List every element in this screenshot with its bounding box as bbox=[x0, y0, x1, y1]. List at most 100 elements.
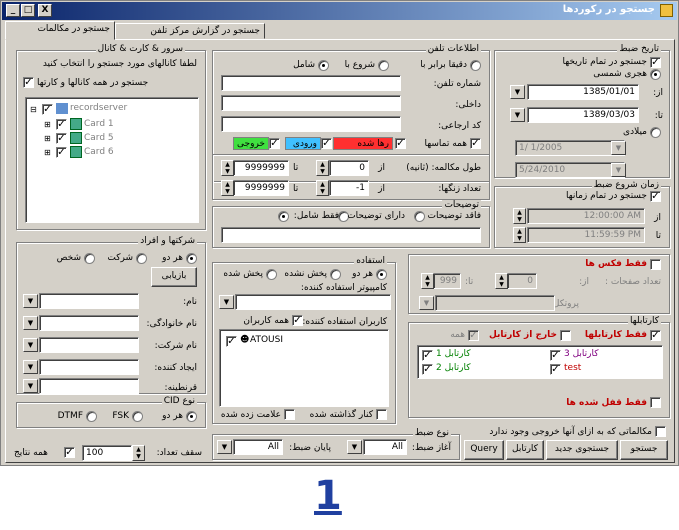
outside-cardboard-checkbox[interactable] bbox=[560, 330, 571, 341]
outgoing-tag[interactable]: خروجی bbox=[233, 137, 269, 150]
card1-checkbox[interactable]: ✓ bbox=[56, 119, 67, 130]
all-times-checkbox[interactable]: ✓ bbox=[650, 191, 661, 202]
cardboard1-checkbox[interactable]: ✓ bbox=[422, 350, 433, 361]
time-to-input[interactable]: 11:59:59 PM bbox=[527, 227, 645, 243]
time-from-input[interactable]: 12:00:00 AM bbox=[527, 208, 645, 224]
duration-from-spinner[interactable]: ▲ ▼ bbox=[316, 160, 329, 176]
outgoing-checkbox[interactable]: ✓ bbox=[269, 138, 280, 149]
company-name-dropdown[interactable]: ▼ bbox=[23, 338, 38, 352]
all-calls-checkbox[interactable]: ✓ bbox=[470, 138, 481, 149]
tree-collapse-icon[interactable]: ⊟ bbox=[30, 105, 37, 114]
search-button[interactable]: جستجو bbox=[620, 440, 668, 460]
time-from-spinner[interactable]: ▲ ▼ bbox=[513, 208, 526, 224]
miladi-to-dropdown[interactable]: ▼ bbox=[611, 163, 626, 177]
played-radio[interactable] bbox=[266, 269, 277, 280]
limit-input[interactable]: 100 bbox=[82, 445, 132, 461]
starts-radio[interactable] bbox=[378, 60, 389, 71]
description-input[interactable] bbox=[221, 227, 481, 243]
all-users-checkbox[interactable]: ✓ bbox=[292, 315, 303, 326]
no-desc-radio[interactable] bbox=[414, 211, 425, 222]
cardboard-item-test[interactable]: test bbox=[564, 363, 581, 373]
tab-search-calls[interactable]: جستجو در مکالمات bbox=[5, 21, 115, 40]
tree-item-card6[interactable]: Card 6 bbox=[84, 147, 114, 157]
marked-checkbox[interactable] bbox=[284, 409, 295, 420]
date-to-input[interactable]: 1389/03/03 bbox=[527, 107, 639, 123]
duration-from-input[interactable]: 0 bbox=[329, 160, 369, 176]
tree-expand-icon[interactable]: ⊞ bbox=[44, 134, 51, 143]
cardboard-item-3[interactable]: کارتابل 3 bbox=[564, 349, 599, 359]
tree-root-label[interactable]: recordserver bbox=[70, 103, 127, 113]
incoming-checkbox[interactable]: ✓ bbox=[321, 138, 332, 149]
user-checkbox[interactable]: ✓ bbox=[226, 336, 237, 347]
duration-to-spinner[interactable]: ▲ ▼ bbox=[221, 160, 234, 176]
cid-both-radio[interactable] bbox=[186, 411, 197, 422]
cardboards-only-checkbox[interactable]: ✓ bbox=[650, 330, 661, 341]
query-button[interactable]: Query bbox=[464, 440, 504, 460]
cardboard-button[interactable]: کارتابل bbox=[506, 440, 544, 460]
internal-input[interactable] bbox=[221, 95, 401, 111]
locked-only-checkbox[interactable] bbox=[650, 397, 661, 408]
name-input[interactable] bbox=[39, 293, 139, 309]
contains-radio[interactable] bbox=[318, 60, 329, 71]
cardboard-item-1[interactable]: کارتابل 1 bbox=[436, 349, 471, 359]
date-from-dropdown[interactable]: ▼ bbox=[510, 85, 525, 99]
quarantine-input[interactable] bbox=[39, 378, 139, 394]
fsk-radio[interactable] bbox=[132, 411, 143, 422]
all-cardboards-checkbox[interactable]: ✓ bbox=[468, 330, 479, 341]
quarantine-dropdown[interactable]: ▼ bbox=[23, 379, 38, 393]
tree-expand-icon[interactable]: ⊞ bbox=[44, 120, 51, 129]
cardboard-item-2[interactable]: کارتابل 2 bbox=[436, 363, 471, 373]
maximize-button[interactable]: □ bbox=[21, 4, 35, 17]
limit-spinner[interactable]: ▲ ▼ bbox=[132, 445, 145, 461]
cardboard3-checkbox[interactable]: ✓ bbox=[550, 350, 561, 361]
hijri-radio[interactable] bbox=[650, 69, 661, 80]
only-contains-radio[interactable] bbox=[278, 211, 289, 222]
miladi-from-input[interactable]: 1/ 1/2005 bbox=[515, 140, 625, 156]
exact-radio[interactable] bbox=[470, 60, 481, 71]
fax-from-input[interactable]: 0 bbox=[507, 273, 537, 289]
all-channels-checkbox[interactable]: ✓ bbox=[23, 77, 34, 88]
creator-dropdown[interactable]: ▼ bbox=[23, 360, 38, 374]
end-rec-input[interactable]: All bbox=[233, 439, 283, 455]
company-radio[interactable] bbox=[136, 253, 147, 264]
minimize-button[interactable]: _ bbox=[6, 4, 20, 17]
fax-only-checkbox[interactable] bbox=[650, 259, 661, 270]
creator-input[interactable] bbox=[39, 359, 139, 375]
fax-to-spinner[interactable]: ▲ ▼ bbox=[421, 273, 434, 289]
rings-to-input[interactable]: 9999999 bbox=[233, 180, 289, 196]
rings-from-spinner[interactable]: ▲ ▼ bbox=[316, 180, 329, 196]
date-from-input[interactable]: 1385/01/01 bbox=[527, 84, 639, 100]
miladi-radio[interactable] bbox=[650, 127, 661, 138]
root-checkbox[interactable]: ✓ bbox=[42, 104, 53, 115]
family-dropdown[interactable]: ▼ bbox=[23, 316, 38, 330]
fax-to-input[interactable]: 999 bbox=[433, 273, 461, 289]
usage-both-radio[interactable] bbox=[376, 269, 387, 280]
not-played-radio[interactable] bbox=[330, 269, 341, 280]
user-item-label[interactable]: ATOUSI bbox=[250, 335, 283, 345]
cardboard2-checkbox[interactable]: ✓ bbox=[422, 364, 433, 375]
reload-button[interactable]: بازیابی bbox=[151, 267, 197, 287]
fax-protocol-dropdown[interactable]: ▼ bbox=[419, 296, 434, 310]
start-rec-dropdown[interactable]: ▼ bbox=[347, 440, 362, 454]
end-rec-dropdown[interactable]: ▼ bbox=[217, 440, 232, 454]
all-results-checkbox[interactable]: ✓ bbox=[64, 447, 75, 458]
card5-checkbox[interactable]: ✓ bbox=[56, 133, 67, 144]
fax-protocol-input[interactable] bbox=[435, 295, 555, 311]
card6-checkbox[interactable]: ✓ bbox=[56, 147, 67, 158]
person-radio[interactable] bbox=[84, 253, 95, 264]
date-to-dropdown[interactable]: ▼ bbox=[510, 108, 525, 122]
rings-from-input[interactable]: -1 bbox=[329, 180, 369, 196]
dropped-checkbox[interactable]: ✓ bbox=[395, 138, 406, 149]
dropped-tag[interactable]: ✓ رها شده bbox=[333, 137, 406, 150]
both-radio[interactable] bbox=[186, 253, 197, 264]
duration-to-input[interactable]: 9999999 bbox=[233, 160, 289, 176]
tree-expand-icon[interactable]: ⊞ bbox=[44, 148, 51, 157]
phone-number-input[interactable] bbox=[221, 75, 401, 91]
all-dates-checkbox[interactable]: ✓ bbox=[650, 57, 661, 68]
name-dropdown[interactable]: ▼ bbox=[23, 294, 38, 308]
computer-dropdown[interactable]: ▼ bbox=[219, 295, 234, 309]
company-name-input[interactable] bbox=[39, 337, 139, 353]
tree-item-card5[interactable]: Card 5 bbox=[84, 133, 114, 143]
miladi-to-input[interactable]: 5/24/2010 bbox=[515, 162, 625, 178]
new-search-button[interactable]: جستجوی جدید bbox=[546, 440, 618, 460]
